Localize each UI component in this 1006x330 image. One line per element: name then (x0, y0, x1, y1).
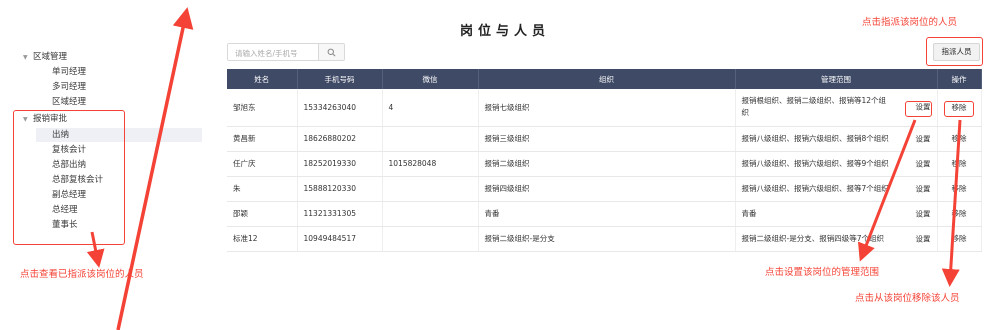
set-scope-link[interactable]: 设置 (916, 133, 931, 144)
search-input[interactable]: 请输入姓名/手机号 (227, 43, 318, 61)
cell-phone: 11321331305 (297, 201, 383, 227)
cell-scope: 报销八级组织、报销六级组织、报等9个组织 设置 (735, 151, 938, 177)
set-scope-link[interactable]: 设置 (916, 158, 931, 169)
col-header-action: 操作 (937, 69, 982, 89)
cell-action: 移除 (937, 201, 982, 227)
cell-scope: 报销八级组织、报销六级组织、报等7个组织 设置 (735, 176, 938, 202)
remove-link[interactable]: 移除 (952, 209, 967, 218)
set-scope-link[interactable]: 设置 (916, 183, 931, 194)
annotation-box-set (905, 101, 932, 117)
scope-text: 报销八级组织、报销六级组织、报销8个组织 (741, 133, 889, 143)
caret-down-icon[interactable]: ▼ (23, 52, 28, 63)
table-row: 标准12 10949484517 报销二级组织-是分支 报销二级组织-是分支、报… (227, 226, 982, 252)
remove-link[interactable]: 移除 (952, 234, 967, 243)
cell-wechat (382, 126, 479, 152)
cell-scope: 青番 设置 (735, 201, 938, 227)
col-header-name: 姓名 (227, 69, 298, 89)
cell-name: 朱 (227, 176, 298, 202)
annotation-box-tree (13, 110, 125, 245)
cell-org: 报销七级组织 (478, 89, 736, 127)
scope-text: 报销根组织、报销二级组织、报销等12个组织 (741, 96, 887, 118)
col-header-phone: 手机号码 (297, 69, 383, 89)
col-header-scope: 管理范围 (735, 69, 938, 89)
scope-text: 报销二级组织-是分支、报销四级等7个组织 (741, 233, 884, 243)
person-table: 姓名 手机号码 微信 组织 管理范围 操作 邹旭东 15334263040 4 … (227, 69, 982, 252)
cell-org: 报销二级组织-是分支 (478, 226, 736, 252)
cell-wechat (382, 226, 479, 252)
cell-name: 任广庆 (227, 151, 298, 177)
tree-group-region[interactable]: ▼ 区域管理 (23, 52, 67, 63)
cell-name: 邵颖 (227, 201, 298, 227)
cell-phone: 18626880202 (297, 126, 383, 152)
table-row: 朱 15888120330 报销四级组织 报销八级组织、报销六级组织、报等7个组… (227, 176, 982, 202)
cell-org: 报销三级组织 (478, 126, 736, 152)
table-row: 邵颖 11321331305 青番 青番 设置 移除 (227, 201, 982, 227)
cell-wechat: 1015828048 (382, 151, 479, 177)
cell-phone: 15334263040 (297, 89, 383, 127)
search-icon (327, 48, 336, 56)
set-scope-link[interactable]: 设置 (916, 208, 931, 219)
annotation-set-text: 点击设置该岗位的管理范围 (765, 267, 880, 278)
set-scope-link[interactable]: 设置 (916, 233, 931, 244)
annotation-remove-text: 点击从该岗位移除该人员 (855, 293, 960, 304)
col-header-org: 组织 (478, 69, 736, 89)
annotation-assign-text: 点击指派该岗位的人员 (862, 17, 958, 28)
cell-action: 移除 (937, 126, 982, 152)
cell-wechat (382, 176, 479, 202)
cell-name: 标准12 (227, 226, 298, 252)
cell-phone: 10949484517 (297, 226, 383, 252)
annotation-view-text: 点击查看已指派该岗位的人员 (20, 269, 144, 280)
tree-item-single-manager[interactable]: 单司经理 (52, 67, 86, 78)
table-row: 黄昌新 18626880202 报销三级组织 报销八级组织、报销六级组织、报销8… (227, 126, 982, 152)
page-title: 岗位与人员 (460, 24, 551, 39)
remove-link[interactable]: 移除 (952, 159, 967, 168)
search-button[interactable] (318, 43, 345, 61)
cell-action: 移除 (937, 151, 982, 177)
table-row: 邹旭东 15334263040 4 报销七级组织 报销根组织、报销二级组织、报销… (227, 89, 982, 127)
col-header-wechat: 微信 (382, 69, 479, 89)
cell-phone: 18252019330 (297, 151, 383, 177)
cell-org: 报销四级组织 (478, 176, 736, 202)
cell-org: 报销二级组织 (478, 151, 736, 177)
cell-name: 邹旭东 (227, 89, 298, 127)
annotation-box-remove (944, 101, 974, 117)
tree-item-region-manager[interactable]: 区域经理 (52, 97, 86, 108)
table-header-row: 姓名 手机号码 微信 组织 管理范围 操作 (227, 69, 982, 89)
cell-action: 移除 (937, 226, 982, 252)
cell-org: 青番 (478, 201, 736, 227)
cell-wechat (382, 201, 479, 227)
cell-name: 黄昌新 (227, 126, 298, 152)
cell-scope: 报销二级组织-是分支、报销四级等7个组织 设置 (735, 226, 938, 252)
cell-wechat: 4 (382, 89, 479, 127)
remove-link[interactable]: 移除 (952, 184, 967, 193)
cell-scope: 报销八级组织、报销六级组织、报销8个组织 设置 (735, 126, 938, 152)
scope-text: 报销八级组织、报销六级组织、报等9个组织 (741, 158, 889, 168)
scope-text: 青番 (741, 208, 757, 218)
cell-action: 移除 (937, 176, 982, 202)
table-row: 任广庆 18252019330 1015828048 报销二级组织 报销八级组织… (227, 151, 982, 177)
cell-phone: 15888120330 (297, 176, 383, 202)
tree-item-multi-manager[interactable]: 多司经理 (52, 82, 86, 93)
annotation-box-assign (926, 37, 983, 66)
scope-text: 报销八级组织、报销六级组织、报等7个组织 (741, 183, 889, 193)
remove-link[interactable]: 移除 (952, 134, 967, 143)
